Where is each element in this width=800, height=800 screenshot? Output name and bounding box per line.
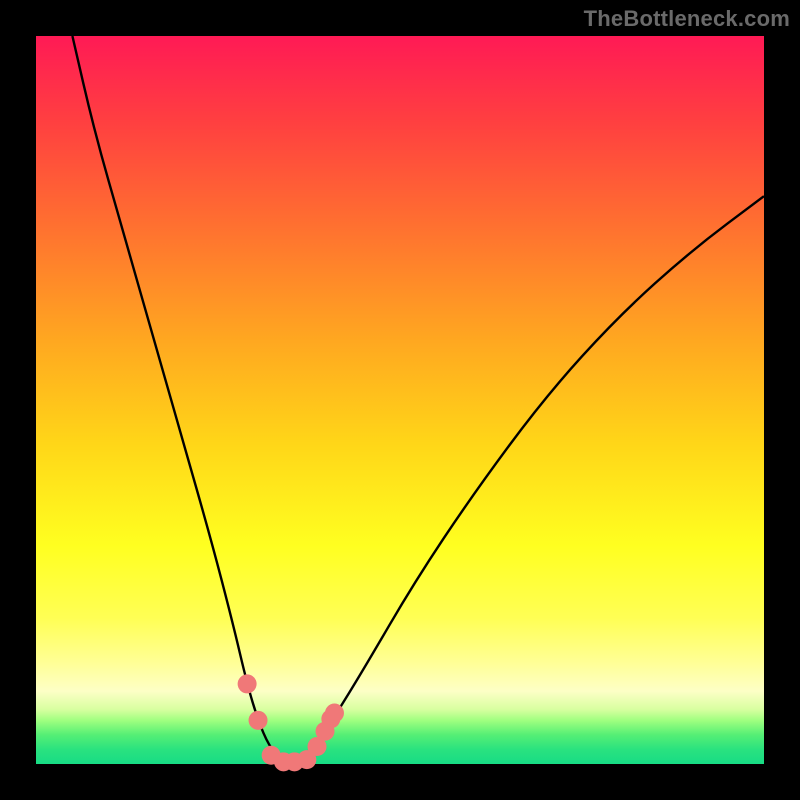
watermark-label: TheBottleneck.com — [584, 6, 790, 32]
gradient-plot-background — [36, 36, 764, 764]
